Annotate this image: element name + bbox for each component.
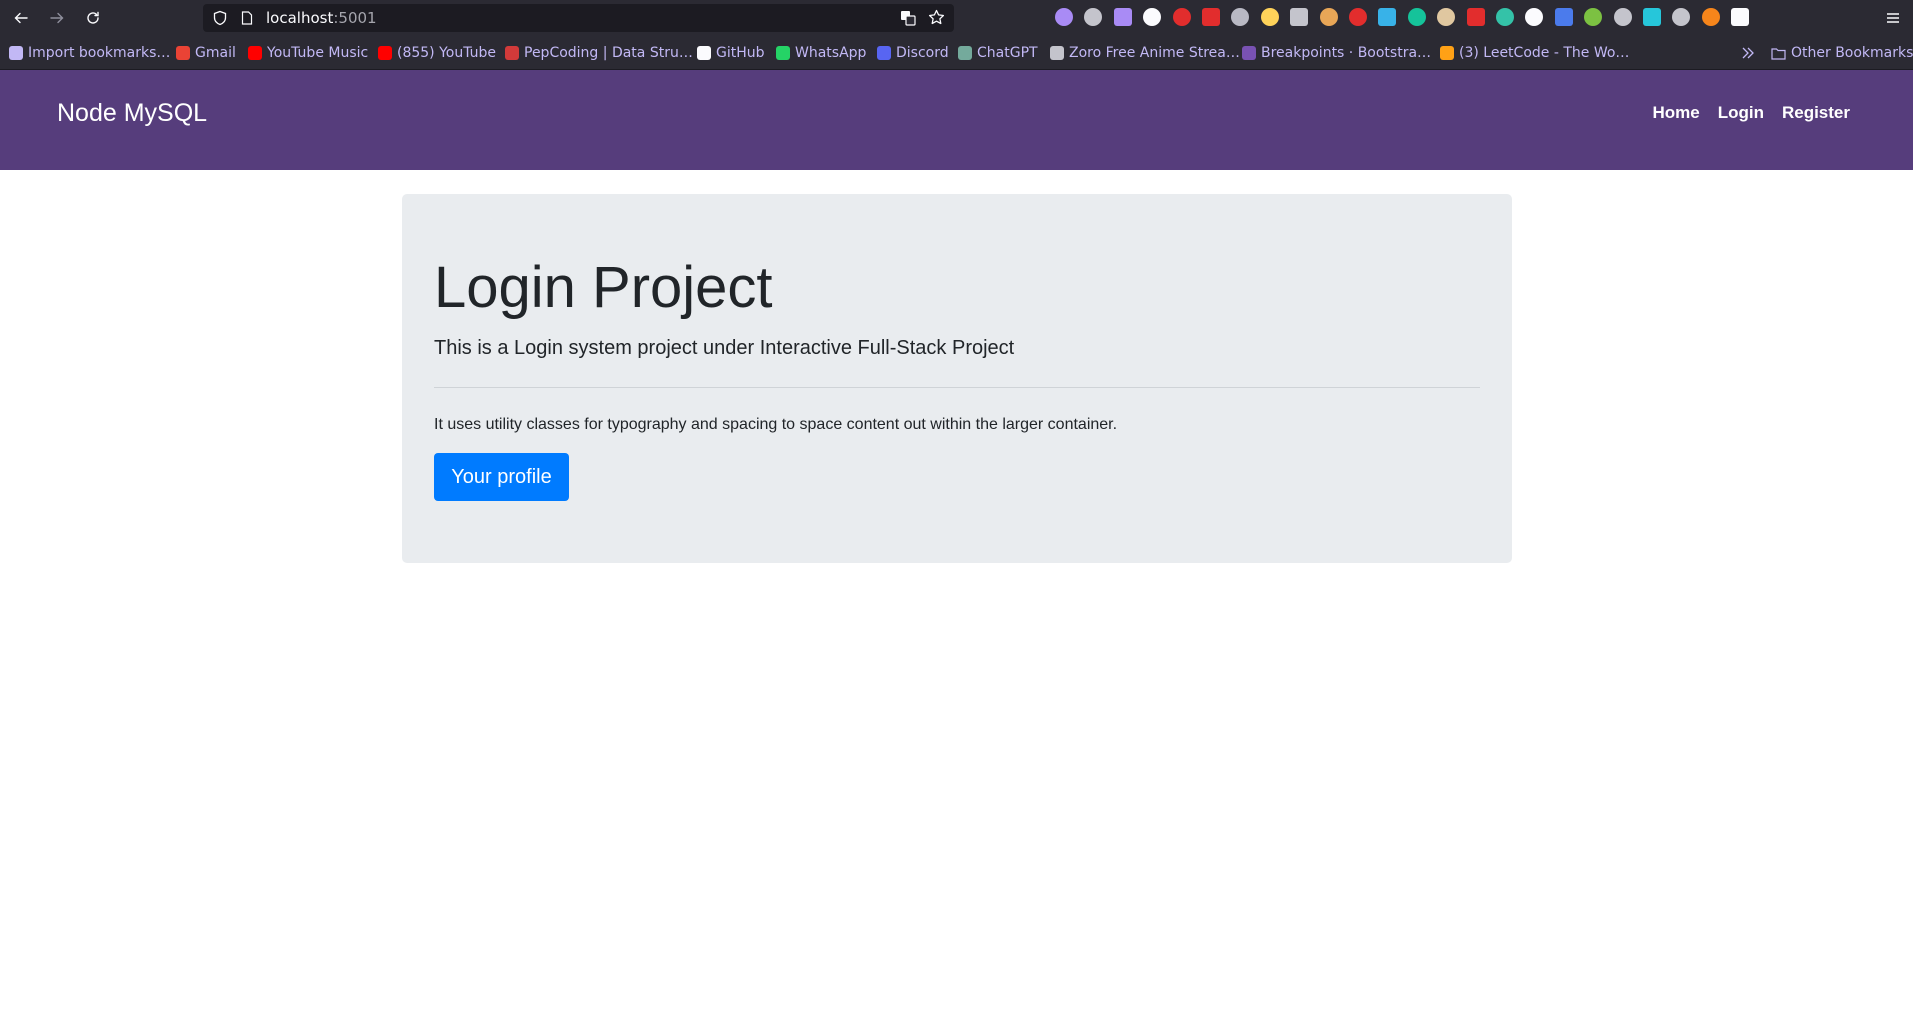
bookmark-label: Gmail xyxy=(195,45,236,61)
bookmark-favicon-icon xyxy=(378,46,392,60)
shield-icon[interactable] xyxy=(212,10,228,31)
bookmark-label: (3) LeetCode - The Wo… xyxy=(1459,45,1630,61)
bookmark-favicon-icon xyxy=(1440,46,1454,60)
lead-text: This is a Login system project under Int… xyxy=(434,337,1015,359)
bookmark-item[interactable]: Import bookmarks… xyxy=(9,44,170,62)
bookmark-label: Breakpoints · Bootstra… xyxy=(1261,45,1432,61)
extension-icon[interactable] xyxy=(1231,8,1250,26)
menu-icon[interactable] xyxy=(1881,6,1905,30)
extension-icon[interactable] xyxy=(1290,8,1309,26)
bookmark-favicon-icon xyxy=(1242,46,1256,60)
bookmark-item[interactable]: Breakpoints · Bootstra… xyxy=(1242,44,1431,62)
url-port: :5001 xyxy=(333,9,377,27)
forward-arrow-icon[interactable] xyxy=(45,6,69,30)
bookmark-favicon-icon xyxy=(176,46,190,60)
extension-icon[interactable] xyxy=(1319,8,1338,26)
extension-icon[interactable] xyxy=(1260,8,1279,26)
extension-icon[interactable] xyxy=(1084,8,1103,26)
nav-link-home[interactable]: Home xyxy=(1652,103,1699,123)
extension-icon[interactable] xyxy=(1584,8,1603,26)
bookmark-item[interactable]: ChatGPT xyxy=(958,44,1038,62)
page-title: Login Project xyxy=(434,255,773,320)
bookmark-favicon-icon xyxy=(505,46,519,60)
bookmark-label: (855) YouTube xyxy=(397,45,497,61)
nav-link-register[interactable]: Register xyxy=(1782,103,1850,123)
reload-icon[interactable] xyxy=(81,6,105,30)
extension-icon[interactable] xyxy=(1055,8,1073,26)
bookmark-item[interactable]: (3) LeetCode - The Wo… xyxy=(1440,44,1629,62)
bookmark-favicon-icon xyxy=(958,46,972,60)
bookmark-favicon-icon xyxy=(877,46,891,60)
extension-icon[interactable] xyxy=(1349,8,1367,26)
bookmark-favicon-icon xyxy=(248,46,262,60)
bookmark-item[interactable]: GitHub xyxy=(697,44,765,62)
star-icon[interactable] xyxy=(928,9,945,31)
extension-icon[interactable] xyxy=(1731,8,1750,26)
bookmark-item[interactable]: Discord xyxy=(877,44,949,62)
extension-icon[interactable] xyxy=(1466,8,1485,26)
bookmark-item[interactable]: WhatsApp xyxy=(776,44,866,62)
bookmark-item[interactable]: PepCoding | Data Stru… xyxy=(505,44,693,62)
bookmark-favicon-icon xyxy=(697,46,711,60)
bookmark-favicon-icon xyxy=(9,46,23,60)
extension-icon[interactable] xyxy=(1437,8,1456,26)
extension-icon[interactable] xyxy=(1143,8,1162,26)
overflow-chevron-icon[interactable] xyxy=(1740,44,1756,62)
brand-link[interactable]: Node MySQL xyxy=(57,98,207,128)
extension-icon[interactable] xyxy=(1407,8,1426,26)
bookmark-item[interactable]: Gmail xyxy=(176,44,236,62)
extension-icon[interactable] xyxy=(1554,8,1573,26)
site-navbar: Node MySQL Home Login Register xyxy=(0,70,1913,170)
bookmark-label: PepCoding | Data Stru… xyxy=(524,45,693,61)
other-bookmarks[interactable]: Other Bookmarks xyxy=(1771,44,1913,62)
nav-links: Home Login Register xyxy=(1652,103,1850,123)
page-icon xyxy=(240,11,254,30)
translate-icon[interactable] xyxy=(900,10,916,31)
extension-icon[interactable] xyxy=(1525,8,1544,26)
divider xyxy=(434,387,1480,388)
extension-icon[interactable] xyxy=(1378,8,1397,26)
back-arrow-icon[interactable] xyxy=(9,6,33,30)
nav-link-login[interactable]: Login xyxy=(1718,103,1764,123)
description-text: It uses utility classes for typography a… xyxy=(434,416,1118,433)
bookmark-label: WhatsApp xyxy=(795,45,867,61)
bookmark-label: GitHub xyxy=(716,45,765,61)
bookmark-item[interactable]: YouTube Music xyxy=(248,44,368,62)
your-profile-button[interactable]: Your profile xyxy=(434,453,569,501)
bookmark-label: ChatGPT xyxy=(977,45,1038,61)
url-host: localhost xyxy=(266,9,334,27)
bookmarks-bar: Import bookmarks… Gmail YouTube Music (855)… xyxy=(0,36,1913,70)
folder-icon xyxy=(1771,47,1786,60)
bookmark-label: Discord xyxy=(896,45,949,61)
bookmark-favicon-icon xyxy=(1050,46,1064,60)
jumbotron: Login Project This is a Login system pro… xyxy=(402,194,1512,563)
address-bar[interactable]: localhost:5001 xyxy=(203,4,954,32)
bookmark-item[interactable]: (855) YouTube xyxy=(378,44,496,62)
extension-icon[interactable] xyxy=(1643,8,1661,26)
other-bookmarks-label: Other Bookmarks xyxy=(1791,45,1913,61)
extension-icon[interactable] xyxy=(1672,8,1691,26)
bookmark-label: Import bookmarks… xyxy=(28,45,171,61)
extension-icon[interactable] xyxy=(1202,8,1220,26)
browser-toolbar: localhost:5001 xyxy=(0,0,1913,36)
bookmark-item[interactable]: Zoro Free Anime Strea… xyxy=(1050,44,1240,62)
extension-icon[interactable] xyxy=(1172,8,1191,26)
bookmark-favicon-icon xyxy=(776,46,790,60)
extension-icon[interactable] xyxy=(1701,8,1720,26)
bookmark-label: YouTube Music xyxy=(267,45,369,61)
extension-icon[interactable] xyxy=(1613,8,1632,26)
bookmark-label: Zoro Free Anime Strea… xyxy=(1069,45,1240,61)
url-text[interactable]: localhost:5001 xyxy=(266,9,377,27)
extension-icon[interactable] xyxy=(1496,8,1514,26)
extension-icon[interactable] xyxy=(1113,8,1132,26)
